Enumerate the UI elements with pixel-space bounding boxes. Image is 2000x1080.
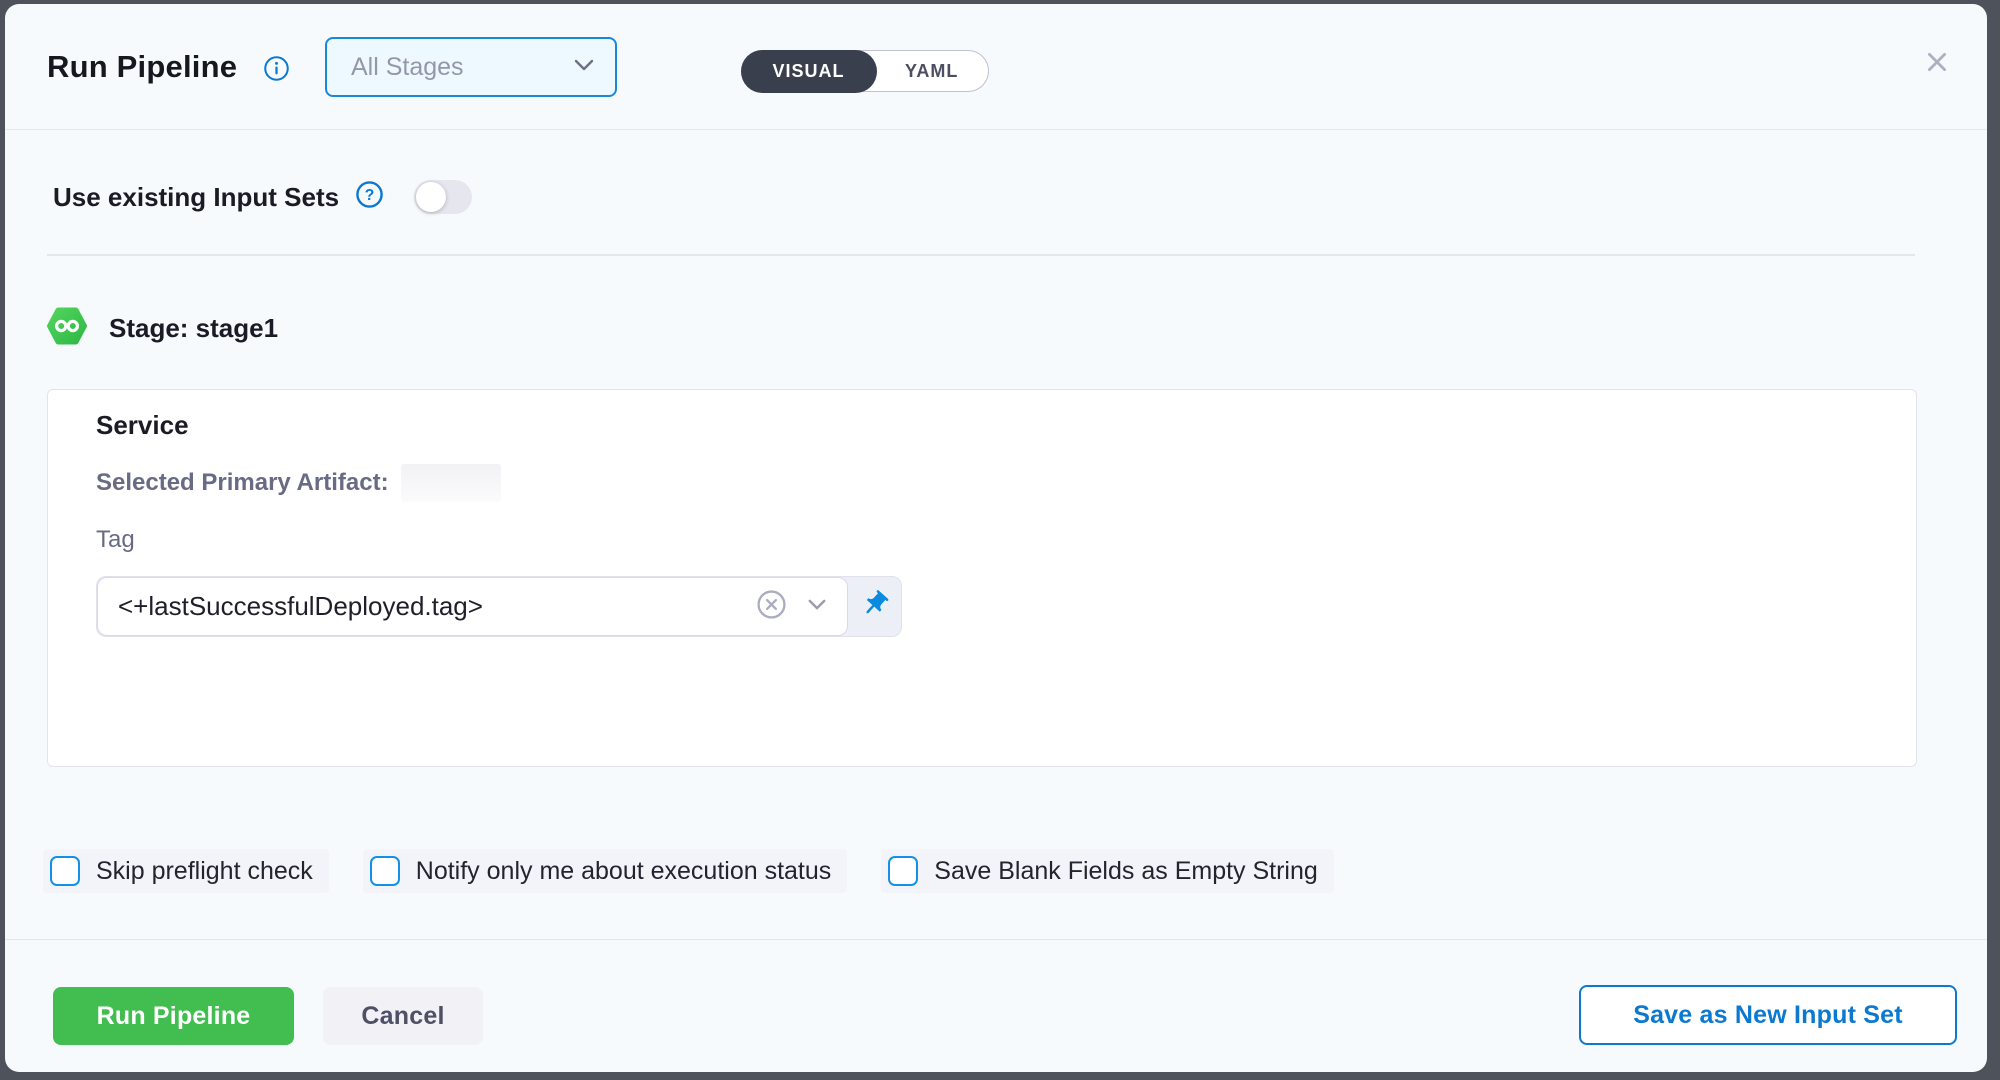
tag-field-label: Tag xyxy=(96,526,135,554)
tag-input-icons xyxy=(756,589,827,625)
option-notify-only-me[interactable]: Notify only me about execution status xyxy=(363,849,848,893)
chevron-down-icon[interactable] xyxy=(807,598,827,616)
stage-select-value: All Stages xyxy=(351,53,573,82)
use-existing-input-sets-label: Use existing Input Sets xyxy=(53,182,339,213)
visual-yaml-toggle: VISUAL YAML xyxy=(741,50,989,92)
option-skip-preflight[interactable]: Skip preflight check xyxy=(43,849,329,893)
footer-divider xyxy=(5,939,1987,940)
option-label: Notify only me about execution status xyxy=(416,857,832,886)
run-pipeline-button[interactable]: Run Pipeline xyxy=(53,987,294,1045)
toggle-knob xyxy=(416,182,446,212)
selected-artifact-row: Selected Primary Artifact: xyxy=(96,464,501,502)
stage-select-dropdown[interactable]: All Stages xyxy=(325,37,617,97)
page-title: Run Pipeline xyxy=(47,4,237,130)
stage-row: Stage: stage1 xyxy=(47,306,278,351)
svg-text:?: ? xyxy=(365,187,375,204)
cancel-button[interactable]: Cancel xyxy=(323,987,483,1045)
checkbox-skip-preflight[interactable] xyxy=(50,856,80,886)
info-icon[interactable] xyxy=(263,55,290,87)
pin-button[interactable] xyxy=(848,577,901,636)
help-icon[interactable]: ? xyxy=(355,180,384,214)
tag-input-box xyxy=(97,577,848,636)
service-card-title: Service xyxy=(96,410,189,441)
pushpin-icon xyxy=(860,589,890,624)
option-label: Save Blank Fields as Empty String xyxy=(934,857,1318,886)
option-save-blank-fields[interactable]: Save Blank Fields as Empty String xyxy=(881,849,1334,893)
save-as-new-input-set-button[interactable]: Save as New Input Set xyxy=(1579,985,1957,1045)
checkbox-notify-only-me[interactable] xyxy=(370,856,400,886)
close-icon[interactable] xyxy=(1921,46,1953,78)
service-card: Service Selected Primary Artifact: Tag xyxy=(47,389,1917,767)
cd-stage-icon xyxy=(47,306,87,351)
section-divider xyxy=(47,254,1915,256)
checkbox-save-blank-fields[interactable] xyxy=(888,856,918,886)
selected-artifact-label: Selected Primary Artifact: xyxy=(96,469,389,497)
use-existing-input-sets-row: Use existing Input Sets ? xyxy=(53,169,472,225)
modal-header: Run Pipeline All Stages VISUAL YAML xyxy=(5,4,1987,130)
option-label: Skip preflight check xyxy=(96,857,313,886)
tab-yaml[interactable]: YAML xyxy=(875,51,988,91)
tag-input[interactable] xyxy=(102,591,756,622)
selected-artifact-value xyxy=(401,464,501,502)
chevron-down-icon xyxy=(573,58,595,77)
run-options-row: Skip preflight check Notify only me abou… xyxy=(43,849,1334,893)
tab-visual[interactable]: VISUAL xyxy=(741,50,877,93)
clear-icon[interactable] xyxy=(756,589,787,625)
run-pipeline-modal: Run Pipeline All Stages VISUAL YAML xyxy=(5,4,1987,1072)
stage-label: Stage: stage1 xyxy=(109,313,278,344)
tag-input-group xyxy=(96,576,902,637)
input-sets-toggle[interactable] xyxy=(414,180,472,214)
